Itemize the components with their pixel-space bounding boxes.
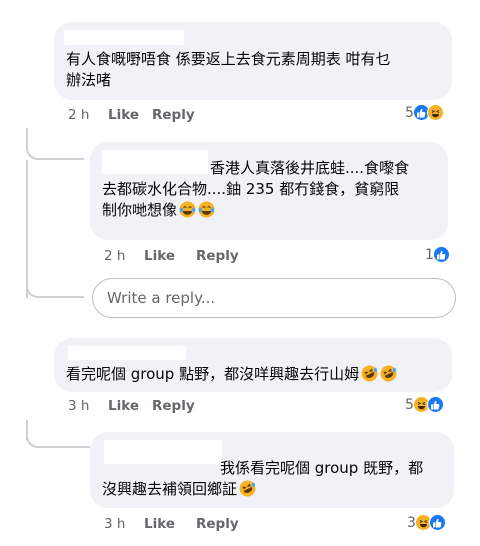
comment-actions: 3 h Like Reply [104,516,239,532]
commenter-name-redacted[interactable] [68,346,186,360]
reply-button[interactable]: Reply [152,398,195,414]
rolling-laughing-emoji-icon [361,365,378,382]
laughing-tears-emoji-icon [179,201,196,218]
comment-bubble: 有人食嘅嘢唔食 係要返上去食元素周期表 咁有乜 辦法啫 [54,22,452,100]
comment-actions: 3 h Like Reply [68,398,195,414]
reply-bubble: 香港人真落後井底蛙....食嚟食 去都碳水化合物....鈾 235 都冇錢食，貧… [90,142,448,240]
commenter-name-redacted[interactable] [64,30,184,45]
like-reaction-icon [432,246,450,263]
comment-timestamp[interactable]: 3 h [104,516,144,532]
laughing-tears-emoji-icon [198,201,215,218]
thread-elbow [26,140,84,160]
rolling-laughing-emoji-icon [380,365,397,382]
reply-button[interactable]: Reply [152,107,195,123]
comment-timestamp[interactable]: 2 h [68,107,108,123]
like-button[interactable]: Like [144,248,196,264]
reply-input-placeholder: Write a reply... [107,289,216,307]
reaction-summary[interactable]: 5 [405,104,444,121]
haha-reaction-icon [426,104,444,121]
comment-bubble: 看完呢個 group 點野，都沒咩興趣去行山姆 [54,338,452,392]
reply-button[interactable]: Reply [196,248,239,264]
comment-text: 我係看完呢個 group 既野，都 沒興趣去補領回鄉証 [102,459,424,498]
comment-actions: 2 h Like Reply [104,248,239,264]
thread-elbow [26,430,90,448]
like-button[interactable]: Like [108,107,152,123]
like-button[interactable]: Like [108,398,152,414]
thread-line [26,160,28,298]
comment-actions: 2 h Like Reply [68,107,195,123]
reply-bubble: 我係看完呢個 group 既野，都 沒興趣去補領回鄉証 [90,432,454,508]
rolling-laughing-emoji-icon [239,480,256,497]
reaction-summary[interactable]: 5 [405,396,444,413]
like-button[interactable]: Like [144,516,196,532]
comment-text: 看完呢個 group 點野，都沒咩興趣去行山姆 [66,364,440,385]
thread-elbow [26,280,84,298]
reply-button[interactable]: Reply [196,516,239,532]
comment-text: 香港人真落後井底蛙....食嚟食 去都碳水化合物....鈾 235 都冇錢食，貧… [102,159,410,219]
like-reaction-icon [428,514,446,531]
reaction-summary[interactable]: 3 [407,514,446,531]
comment-text: 有人食嘅嘢唔食 係要返上去食元素周期表 咁有乜 辦法啫 [66,50,391,89]
comment-timestamp[interactable]: 3 h [68,398,108,414]
reaction-summary[interactable]: 1 [425,246,450,263]
comment-timestamp[interactable]: 2 h [104,248,144,264]
reply-input[interactable]: Write a reply... [92,278,456,318]
like-reaction-icon [426,396,444,413]
